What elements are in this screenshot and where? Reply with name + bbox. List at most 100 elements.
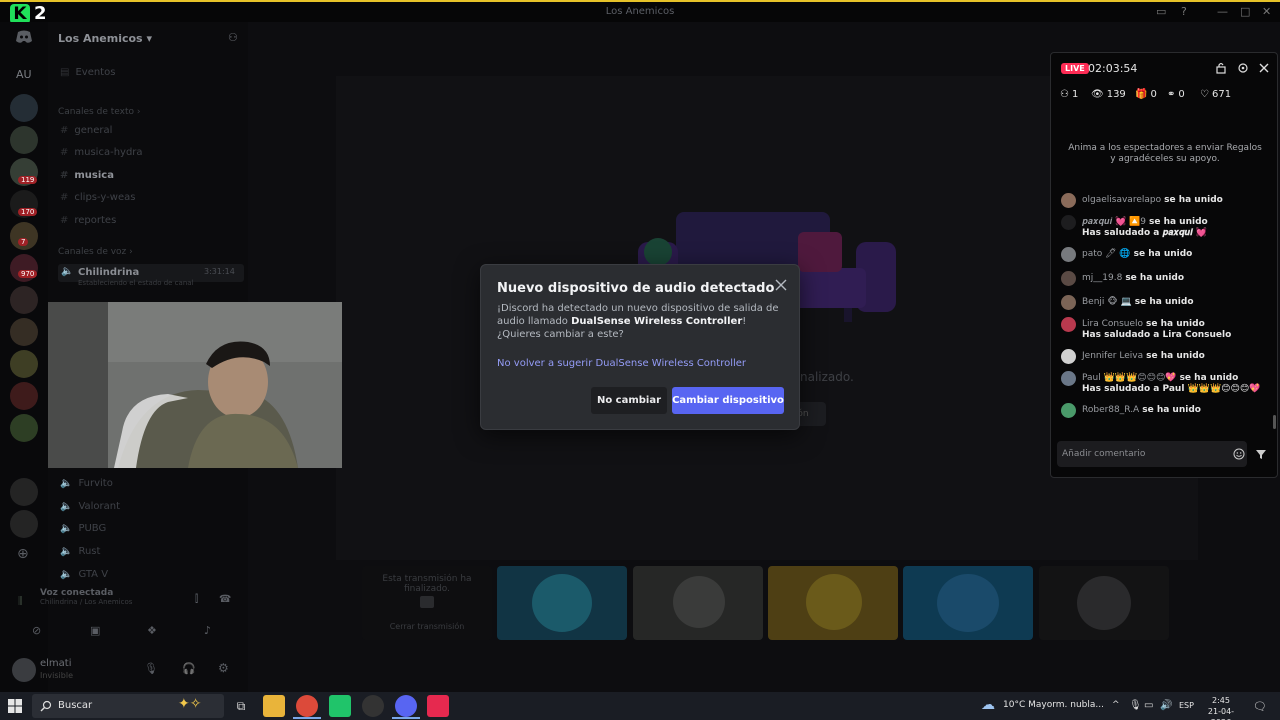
participant-tile[interactable] [903,566,1033,640]
feed-username[interactable]: Paul 👑👑👑😊😊😊💖 se ha unido [1082,373,1238,383]
avatar[interactable] [1061,247,1076,262]
microphone-icon[interactable]: 🎙 [1129,700,1142,712]
server-icon[interactable] [10,510,38,538]
participant-tile[interactable] [497,566,627,640]
emoji-icon[interactable] [1233,448,1245,460]
avatar[interactable] [12,658,36,682]
server-icon[interactable] [10,94,38,122]
activities-icon[interactable]: ❖ [147,624,157,637]
settings-icon[interactable] [1236,61,1250,75]
feed-username[interactable]: 𝒑𝒂𝒙𝒒𝒖𝒊 💓 🔼9 se ha unido [1082,217,1208,227]
speaker-icon: 🔈 [60,478,73,489]
task-view-icon[interactable]: ⧉ [230,695,252,717]
feed-username[interactable]: olgaelisavarelapo se ha unido [1082,195,1223,205]
feed-scrollbar[interactable] [1273,415,1276,429]
channel-item[interactable]: # general [60,125,112,136]
stream-ended-tile[interactable]: Esta transmisión ha finalizado. Cerrar t… [362,566,492,640]
discord-icon[interactable] [395,695,417,717]
voice-connected[interactable]: Voz conectada Chilindrina / Los Anemicos [40,588,132,606]
network-icon[interactable]: ▭ [1144,700,1156,712]
text-category[interactable]: Canales de texto › [58,107,140,117]
voice-channel[interactable]: 🔈 Valorant [60,501,120,512]
weather-icon[interactable]: ☁ [981,697,995,713]
voice-channel[interactable]: 🔈 Rust [60,546,100,557]
chrome-icon[interactable] [296,695,318,717]
avatar[interactable] [1061,295,1076,310]
avatar[interactable] [1061,193,1076,208]
channel-item-active[interactable]: # musica [60,170,114,181]
channel-item[interactable]: # musica-hydra [60,147,143,158]
inbox-icon[interactable]: ▭ [1156,5,1166,18]
clock[interactable]: 2:4521-04-2026 [1200,695,1242,720]
no-change-button[interactable]: No cambiar [591,387,667,414]
change-device-button[interactable]: Cambiar dispositivo [672,387,784,414]
feed-username[interactable]: Jennifer Leiva se ha unido [1082,351,1205,361]
server-icon[interactable] [10,382,38,410]
headphones-icon[interactable]: 🎧 [182,662,196,675]
server-icon[interactable] [10,350,38,378]
feed-username[interactable]: Benji 🐵 💻 se ha unido [1082,297,1194,307]
close-icon[interactable] [773,277,789,293]
avatar[interactable] [1061,271,1076,286]
channel-item[interactable]: # reportes [60,215,116,226]
voice-channel[interactable]: 🔈 Furvito [60,478,113,489]
voice-category[interactable]: Canales de voz › [58,247,133,257]
maximize-icon[interactable]: □ [1240,5,1250,18]
avatar[interactable] [1061,317,1076,332]
server-icon[interactable] [10,478,38,506]
app-icon[interactable] [329,695,351,717]
server-icon[interactable] [10,286,38,314]
participant-tile[interactable] [768,566,898,640]
file-explorer-icon[interactable] [263,695,285,717]
channel-item[interactable]: # clips-y-weas [60,192,135,203]
disconnect-icon[interactable]: ☎ [219,594,231,605]
close-window-icon[interactable]: ✕ [1262,5,1271,18]
taskbar-search[interactable]: Buscar ✦✧ [32,694,224,718]
avatar[interactable] [1061,371,1076,386]
voice-channel[interactable]: 🔈 GTA V [60,569,108,580]
settings-gear-icon[interactable]: ⚙ [218,661,229,675]
app-icon[interactable] [362,695,384,717]
camera-off-icon[interactable]: ⊘ [32,624,41,637]
rail-label[interactable]: AU [16,68,32,81]
help-icon[interactable]: ? [1181,5,1187,18]
discord-home-icon[interactable] [15,30,33,44]
comment-input[interactable] [1057,441,1247,467]
volume-icon[interactable]: 🔊 [1160,700,1172,712]
chevron-up-icon[interactable]: ^ [1112,700,1124,712]
close-stream-button[interactable]: Cerrar transmisión [370,622,484,631]
notifications-icon[interactable]: 🗨 [1253,700,1267,713]
language-indicator[interactable]: ESP [1179,701,1194,710]
feed-username[interactable]: Lira Consuelo se ha unido [1082,319,1205,329]
events-item[interactable]: ▤ Eventos [60,67,115,78]
add-friend-icon[interactable]: ⚇ [228,31,238,44]
microphone-icon[interactable]: 🎙 [144,662,158,675]
tiktok-icon[interactable] [427,695,449,717]
windows-start-icon[interactable] [8,699,22,713]
server-icon[interactable] [10,318,38,346]
soundboard-icon[interactable]: ♪ [204,624,211,637]
minimize-icon[interactable]: — [1217,5,1228,18]
user-panel[interactable]: elmati Invisible 🎙 🎧 ⚙ [10,652,240,688]
dont-suggest-link[interactable]: No volver a sugerir DualSense Wireless C… [497,358,746,369]
voice-channel[interactable]: 🔈 PUBG [60,523,106,534]
avatar[interactable] [1061,215,1076,230]
server-icon[interactable] [10,126,38,154]
avatar[interactable] [1061,403,1076,418]
participant-tile[interactable] [1039,566,1169,640]
screen-share-icon[interactable]: ▣ [90,624,100,637]
close-icon[interactable] [1257,61,1271,75]
feed-username[interactable]: pato 🖊 🌐 se ha unido [1082,249,1192,259]
activity-feed[interactable]: olgaelisavarelapo se ha unido 𝒑𝒂𝒙𝒒𝒖𝒊 💓 🔼9 s… [1057,193,1269,425]
feed-username[interactable]: mj__19.8 se ha unido [1082,273,1184,283]
avatar[interactable] [1061,349,1076,364]
add-server-icon[interactable]: ⊕ [17,546,29,562]
weather-text[interactable]: 10°C Mayorm. nubla... [1003,700,1104,710]
server-name[interactable]: Los Anemicos ▾ [58,32,152,45]
server-icon[interactable] [10,414,38,442]
participant-tile[interactable] [633,566,763,640]
noise-suppression-icon[interactable]: ⫿ [195,594,198,605]
lock-icon[interactable] [1214,61,1228,75]
filter-icon[interactable] [1255,448,1267,460]
feed-username[interactable]: Rober88_R.A se ha unido [1082,405,1201,415]
